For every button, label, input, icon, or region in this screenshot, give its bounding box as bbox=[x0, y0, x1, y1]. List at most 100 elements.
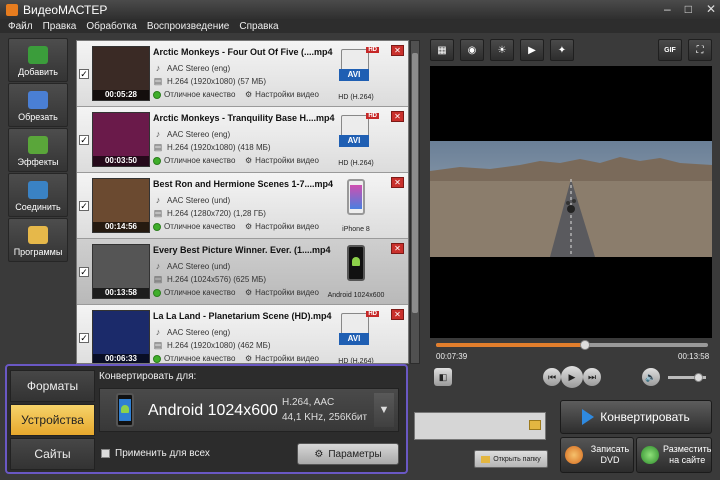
file-row[interactable]: ✓ 00:13:58 Every Best Picture Winner. Ev… bbox=[77, 239, 408, 305]
video-settings-label: Настройки видео bbox=[255, 222, 319, 231]
quality-indicator[interactable]: Отличное качество bbox=[153, 354, 235, 363]
audio-track[interactable]: AAC Stereo (eng) bbox=[167, 328, 230, 337]
quality-label: Отличное качество bbox=[164, 288, 236, 297]
speaker-icon: ♪ bbox=[155, 63, 161, 73]
file-list-scrollbar[interactable] bbox=[410, 40, 420, 364]
quality-indicator[interactable]: Отличное качество bbox=[153, 222, 235, 231]
quality-indicator[interactable]: Отличное качество bbox=[153, 90, 235, 99]
gear-icon: ⚙ bbox=[245, 288, 253, 297]
audio-info: ♪ AAC Stereo (und) bbox=[153, 195, 230, 205]
publish-button[interactable]: Разместить на сайте bbox=[636, 437, 712, 473]
quality-indicator[interactable]: Отличное качество bbox=[153, 288, 235, 297]
avi-format-icon: AVI HD bbox=[339, 311, 379, 347]
video-thumbnail[interactable]: 00:06:33 bbox=[92, 310, 150, 363]
audio-track[interactable]: AAC Stereo (eng) bbox=[167, 64, 230, 73]
file-row[interactable]: ✓ 00:06:33 La La Land - Planetarium Scen… bbox=[77, 305, 408, 363]
file-checkbox[interactable]: ✓ bbox=[79, 135, 89, 145]
scrollbar-thumb[interactable] bbox=[412, 53, 418, 313]
output-format[interactable]: iPhone 8 bbox=[327, 177, 385, 235]
convert-button[interactable]: Конвертировать bbox=[560, 400, 712, 434]
sidebar-button-2[interactable]: Эффекты bbox=[8, 128, 68, 172]
menu-file[interactable]: Файл bbox=[8, 21, 33, 32]
video-preview[interactable] bbox=[430, 66, 712, 338]
file-checkbox[interactable]: ✓ bbox=[79, 333, 89, 343]
quality-indicator[interactable]: Отличное качество bbox=[153, 156, 235, 165]
video-settings-link[interactable]: ⚙ Настройки видео bbox=[245, 354, 319, 363]
seek-handle[interactable] bbox=[580, 340, 591, 350]
speed-icon[interactable]: ▶ bbox=[520, 39, 544, 61]
video-thumbnail[interactable]: 00:03:50 bbox=[92, 112, 150, 167]
output-format[interactable]: Android 1024x600 bbox=[327, 243, 385, 301]
previous-button[interactable]: ⏮ bbox=[543, 368, 561, 386]
volume-handle[interactable] bbox=[694, 373, 704, 382]
output-folder-field[interactable] bbox=[414, 412, 546, 440]
sidebar-button-3[interactable]: Соединить bbox=[8, 173, 68, 217]
file-checkbox[interactable]: ✓ bbox=[79, 267, 89, 277]
audio-track[interactable]: AAC Stereo (und) bbox=[167, 262, 230, 271]
delete-icon[interactable]: ✕ bbox=[391, 309, 404, 320]
sidebar-button-0[interactable]: Добавить bbox=[8, 38, 68, 82]
menu-playback[interactable]: Воспроизведение bbox=[147, 21, 230, 32]
audio-track[interactable]: AAC Stereo (und) bbox=[167, 196, 230, 205]
delete-icon[interactable]: ✕ bbox=[391, 111, 404, 122]
burn-dvd-button[interactable]: Записать DVD bbox=[560, 437, 634, 473]
menu-process[interactable]: Обработка bbox=[86, 21, 136, 32]
device-selector[interactable]: Android 1024x600 H.264, AAC 44,1 KHz, 25… bbox=[99, 388, 399, 432]
maximize-button[interactable]: □ bbox=[685, 2, 692, 16]
output-format[interactable]: AVI HD HD (H.264) bbox=[327, 111, 385, 169]
apply-all-checkbox[interactable]: Применить для всех bbox=[101, 448, 210, 459]
video-settings-link[interactable]: ⚙ Настройки видео bbox=[245, 90, 319, 99]
video-info: ▤ H.264 (1280x720) (1,28 ГБ) bbox=[153, 208, 266, 219]
next-button[interactable]: ⏭ bbox=[583, 368, 601, 386]
browse-folder-icon[interactable] bbox=[529, 420, 541, 430]
tab-formats[interactable]: Форматы bbox=[10, 370, 95, 402]
video-settings-link[interactable]: ⚙ Настройки видео bbox=[245, 156, 319, 165]
crop-icon[interactable]: ▦ bbox=[430, 39, 454, 61]
audio-info: ♪ AAC Stereo (eng) bbox=[153, 327, 230, 337]
tab-devices[interactable]: Устройства bbox=[10, 404, 95, 436]
video-thumbnail[interactable]: 00:13:58 bbox=[92, 244, 150, 299]
parameters-button[interactable]: ⚙ Параметры bbox=[297, 443, 399, 465]
video-thumbnail[interactable]: 00:14:56 bbox=[92, 178, 150, 233]
delete-icon[interactable]: ✕ bbox=[391, 177, 404, 188]
format-badge: AVI bbox=[339, 135, 369, 147]
file-row[interactable]: ✓ 00:05:28 Arctic Monkeys - Four Out Of … bbox=[77, 41, 408, 107]
volume-button[interactable]: 🔈 bbox=[642, 368, 660, 386]
gif-button[interactable]: GIF bbox=[658, 39, 682, 61]
video-info: ▤ H.264 (1920x1080) (57 МБ) bbox=[153, 76, 266, 87]
snapshot-button[interactable]: ◧ bbox=[434, 368, 452, 386]
fullscreen-icon[interactable]: ⛶ bbox=[688, 39, 712, 61]
output-format[interactable]: AVI HD HD (H.264) bbox=[327, 45, 385, 103]
checkbox-icon[interactable] bbox=[101, 449, 110, 458]
audio-track[interactable]: AAC Stereo (eng) bbox=[167, 130, 230, 139]
sidebar-button-1[interactable]: Обрезать bbox=[8, 83, 68, 127]
tab-sites[interactable]: Сайты bbox=[10, 438, 95, 470]
stabilize-icon[interactable]: ◉ bbox=[460, 39, 484, 61]
play-button[interactable]: ▶ bbox=[561, 366, 583, 388]
output-format[interactable]: AVI HD HD (H.264) bbox=[327, 309, 385, 363]
quality-dot-icon bbox=[153, 222, 161, 231]
video-settings-link[interactable]: ⚙ Настройки видео bbox=[245, 288, 319, 297]
video-thumbnail[interactable]: 00:05:28 bbox=[92, 46, 150, 101]
file-row[interactable]: ✓ 00:03:50 Arctic Monkeys - Tranquility … bbox=[77, 107, 408, 173]
total-time: 00:13:58 bbox=[678, 352, 710, 361]
volume-slider[interactable] bbox=[668, 373, 706, 382]
menu-edit[interactable]: Правка bbox=[43, 21, 77, 32]
convert-for-label: Конвертировать для: bbox=[99, 371, 197, 382]
file-checkbox[interactable]: ✓ bbox=[79, 69, 89, 79]
seek-bar[interactable] bbox=[436, 340, 708, 350]
close-button[interactable]: ✕ bbox=[706, 2, 716, 16]
sidebar-button-4[interactable]: Программы bbox=[8, 218, 68, 262]
gear-icon: ⚙ bbox=[245, 222, 253, 231]
delete-icon[interactable]: ✕ bbox=[391, 45, 404, 56]
file-checkbox[interactable]: ✓ bbox=[79, 201, 89, 211]
delete-icon[interactable]: ✕ bbox=[391, 243, 404, 254]
menu-help[interactable]: Справка bbox=[239, 21, 278, 32]
video-settings-link[interactable]: ⚙ Настройки видео bbox=[245, 222, 319, 231]
minimize-button[interactable]: – bbox=[664, 2, 671, 16]
motion-icon[interactable]: ✦ bbox=[550, 39, 574, 61]
open-folder-button[interactable]: Открыть папку bbox=[474, 450, 548, 468]
file-row[interactable]: ✓ 00:14:56 Best Ron and Hermione Scenes … bbox=[77, 173, 408, 239]
device-dropdown-button[interactable]: ▼ bbox=[374, 393, 394, 427]
brightness-icon[interactable]: ☀ bbox=[490, 39, 514, 61]
